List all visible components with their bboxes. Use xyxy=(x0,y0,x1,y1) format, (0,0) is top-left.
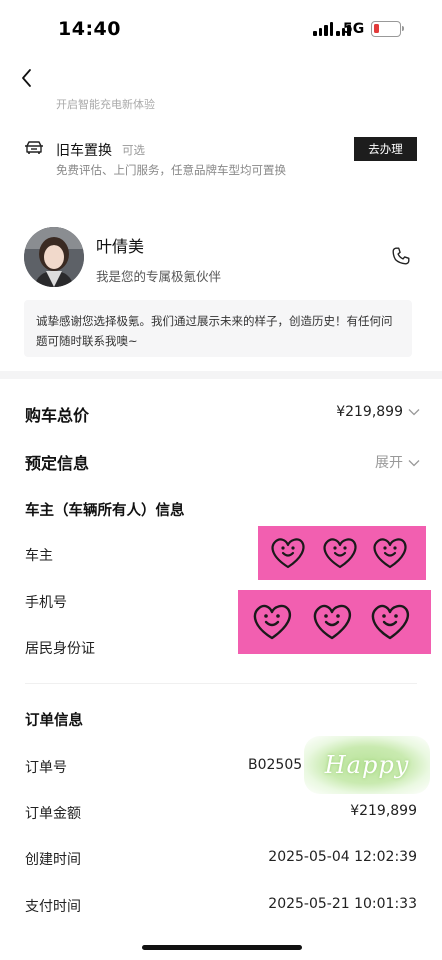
created-time-label: 创建时间 xyxy=(25,852,81,868)
phone-icon[interactable] xyxy=(390,245,412,271)
chevron-down-icon xyxy=(408,404,420,420)
expand-label: 展开 xyxy=(375,455,403,471)
car-icon xyxy=(24,139,44,161)
order-section-title: 订单信息 xyxy=(25,713,83,729)
advisor-message: 诚挚感谢您选择极氪。我们通过展示未来的样子，创造历史！有任何问题可随时联系我噢~ xyxy=(24,300,412,357)
order-number-value[interactable]: B02505 xyxy=(248,757,302,773)
order-number-label: 订单号 xyxy=(25,760,67,776)
heart-sticker xyxy=(238,590,431,654)
total-price-value: ¥219,899 xyxy=(336,404,403,420)
chevron-left-icon xyxy=(22,69,31,87)
trade-in-optional-tag: 可选 xyxy=(122,143,145,157)
advisor-name: 叶倩美 xyxy=(96,237,145,256)
order-amount-label: 订单金额 xyxy=(25,806,81,822)
network-type: 5G xyxy=(343,21,365,37)
home-indicator[interactable] xyxy=(142,945,302,950)
trade-in-description: 免费评估、上门服务，任意品牌车型均可置换 xyxy=(56,163,286,177)
trade-in-title: 旧车置换 xyxy=(56,143,112,159)
booking-expand-toggle[interactable]: 展开 xyxy=(375,452,420,472)
owner-id-label: 居民身份证 xyxy=(25,641,95,657)
chevron-down-icon xyxy=(408,455,420,471)
booking-info-label: 预定信息 xyxy=(25,454,90,473)
faded-banner-text: 开启智能充电新体验 xyxy=(56,98,155,111)
owner-section-title: 车主（车辆所有人）信息 xyxy=(25,503,185,519)
paid-time-value: 2025-05-21 10:01:33 xyxy=(268,896,417,912)
total-price-label: 购车总价 xyxy=(25,406,90,425)
status-time: 14:40 xyxy=(58,18,121,40)
happy-sticker: Happy xyxy=(304,736,430,794)
order-amount-value: ¥219,899 xyxy=(350,803,417,819)
owner-name-label: 车主 xyxy=(25,548,53,564)
trade-in-button[interactable]: 去办理 xyxy=(354,137,417,161)
back-button[interactable] xyxy=(18,68,38,88)
heart-sticker xyxy=(258,526,426,580)
total-price-row[interactable]: ¥219,899 xyxy=(336,404,420,420)
divider xyxy=(25,683,417,684)
created-time-value: 2025-05-04 12:02:39 xyxy=(268,849,417,865)
owner-phone-label: 手机号 xyxy=(25,595,67,611)
advisor-role: 我是您的专属极氪伙伴 xyxy=(96,269,222,284)
avatar[interactable] xyxy=(24,227,84,287)
paid-time-label: 支付时间 xyxy=(25,899,81,915)
battery-icon xyxy=(371,21,404,37)
section-separator xyxy=(0,371,442,379)
